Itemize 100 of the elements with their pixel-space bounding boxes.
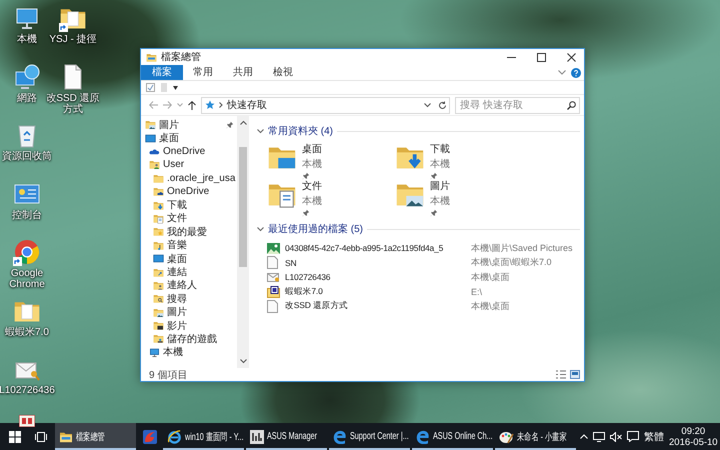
nav-item[interactable]: 文件 bbox=[153, 211, 187, 226]
chevron-up-icon[interactable] bbox=[580, 434, 588, 439]
nav-item[interactable]: 影片 bbox=[153, 318, 187, 333]
clock-time[interactable]: 09:20 bbox=[681, 426, 706, 436]
maximize-icon bbox=[536, 52, 546, 62]
nav-item[interactable]: 本機 bbox=[149, 345, 183, 360]
chevron-down-icon[interactable] bbox=[257, 128, 264, 134]
nav-item[interactable]: OneDrive bbox=[153, 186, 210, 198]
paint-palette-icon bbox=[499, 430, 514, 444]
scrollbar[interactable] bbox=[237, 116, 249, 368]
folder-icon bbox=[153, 293, 164, 304]
nav-item[interactable]: 桌面 bbox=[153, 252, 187, 266]
network-icon[interactable] bbox=[593, 432, 605, 442]
folder-location: 本機 bbox=[430, 158, 450, 171]
folder-icon bbox=[153, 320, 164, 332]
nav-item[interactable]: 連絡人 bbox=[153, 278, 197, 292]
ribbon-tab[interactable]: 檔案 bbox=[141, 65, 183, 80]
ribbon-tab[interactable]: 常用 bbox=[183, 65, 223, 80]
clock-date[interactable]: 2016-05-10 bbox=[669, 436, 718, 448]
nav-item[interactable]: 搜尋 bbox=[153, 292, 187, 306]
refresh-icon[interactable] bbox=[438, 100, 447, 110]
address-bar[interactable]: 快速存取 bbox=[201, 96, 450, 114]
network-icon[interactable] bbox=[13, 62, 41, 90]
folder-location: 本機 bbox=[430, 194, 450, 208]
folder-icon bbox=[153, 200, 164, 211]
nav-item[interactable]: 音樂 bbox=[153, 238, 187, 252]
folder-icon bbox=[153, 306, 164, 318]
input-language[interactable]: 繁體 bbox=[644, 430, 664, 444]
folder-name[interactable]: 圖片 bbox=[430, 179, 450, 193]
folder-icon bbox=[153, 280, 164, 291]
nav-item[interactable]: 圖片 bbox=[153, 305, 187, 320]
document-icon bbox=[267, 300, 278, 313]
nav-item[interactable]: 下載 bbox=[153, 198, 187, 212]
desktop-icon-label[interactable]: 本機 bbox=[17, 34, 37, 45]
user-folder-icon bbox=[149, 159, 160, 170]
search-field[interactable]: 搜尋 快速存取 bbox=[455, 96, 580, 114]
folder-icon bbox=[59, 430, 73, 442]
desktop-icon bbox=[153, 253, 164, 264]
computer-icon bbox=[149, 346, 160, 358]
file-name[interactable]: 改SSD 還原方式 bbox=[285, 300, 471, 312]
desktop-icon-label[interactable]: 改SSD 還原方式 bbox=[45, 92, 101, 114]
app-icon bbox=[267, 286, 280, 298]
nav-item[interactable]: 我的最愛 bbox=[153, 224, 207, 239]
file-location: E:\ bbox=[471, 286, 482, 297]
folder-name[interactable]: 文件 bbox=[302, 179, 322, 193]
taskbar-button[interactable]: win10 畫面問 - Y... bbox=[163, 423, 244, 450]
notification-icon[interactable] bbox=[627, 431, 639, 442]
section-title[interactable]: 最近使用過的檔案 (5) bbox=[268, 222, 363, 236]
taskbar-button[interactable]: ASUS Online Ch... bbox=[412, 423, 493, 450]
folder-name[interactable]: 下載 bbox=[430, 142, 450, 156]
browser-icon bbox=[142, 428, 158, 444]
help-icon[interactable] bbox=[571, 68, 581, 78]
edge-browser-icon bbox=[416, 430, 430, 444]
file-location: 本機\圖片\Saved Pictures bbox=[471, 242, 573, 255]
properties-icon[interactable] bbox=[146, 83, 155, 92]
folder-icon bbox=[153, 240, 164, 251]
search-icon[interactable] bbox=[567, 100, 576, 110]
section-title[interactable]: 常用資料夾 (4) bbox=[268, 124, 333, 138]
scroll-up-icon[interactable] bbox=[240, 120, 246, 125]
nav-item[interactable]: .oracle_jre_usa bbox=[153, 172, 236, 184]
scroll-down-icon[interactable] bbox=[240, 359, 246, 364]
windows-logo-icon bbox=[9, 430, 21, 442]
nav-item[interactable]: 連結 bbox=[153, 265, 187, 279]
taskbar-button[interactable]: 未命名 - 小畫家 bbox=[495, 423, 576, 450]
large-icons-view-icon[interactable] bbox=[570, 370, 580, 379]
edge-browser-icon bbox=[333, 430, 347, 444]
folder-name[interactable]: 桌面 bbox=[302, 142, 322, 156]
file-name[interactable]: SN bbox=[285, 258, 471, 268]
chevron-down-icon[interactable] bbox=[558, 70, 566, 75]
image-file-icon bbox=[267, 242, 280, 254]
scrollbar-thumb[interactable] bbox=[239, 147, 247, 267]
nav-item[interactable]: 圖片 bbox=[145, 118, 179, 132]
folder-icon bbox=[146, 52, 157, 62]
taskbar-button[interactable]: Support Center |... bbox=[329, 423, 410, 450]
desktop-icon bbox=[145, 132, 156, 144]
volume-muted-icon[interactable] bbox=[610, 432, 622, 442]
taskbar-button[interactable]: 檔案總管 bbox=[55, 423, 136, 450]
nav-item[interactable]: 儲存的遊戲 bbox=[153, 332, 217, 346]
dropdown-icon[interactable] bbox=[173, 86, 178, 90]
chevron-down-icon[interactable] bbox=[424, 102, 431, 108]
chrome-icon[interactable] bbox=[13, 238, 41, 266]
file-name[interactable]: 蝦蝦米7.0 bbox=[285, 286, 471, 298]
taskbar-button[interactable]: ASUS Manager bbox=[246, 423, 327, 450]
file-name[interactable]: L102726436 bbox=[285, 272, 471, 282]
folder-icon bbox=[153, 266, 164, 278]
details-view-icon[interactable] bbox=[556, 370, 566, 379]
file-location: 本機\桌面\蝦蝦米7.0 bbox=[471, 256, 552, 270]
nav-item[interactable]: OneDrive bbox=[149, 146, 206, 157]
nav-item[interactable]: User bbox=[149, 159, 184, 170]
asus-manager-icon bbox=[250, 430, 264, 444]
ribbon-tab[interactable]: 共用 bbox=[223, 65, 263, 80]
app-shortcut-icon[interactable] bbox=[19, 414, 35, 426]
file-name[interactable]: 04308f45-42c7-4ebb-a995-1a2c1195fd4a_5 bbox=[285, 243, 471, 254]
star-icon bbox=[205, 100, 215, 110]
desktop-icon-label[interactable]: YSJ - 捷徑 bbox=[49, 34, 97, 45]
folder-icon bbox=[153, 212, 164, 224]
up-arrow-icon[interactable] bbox=[188, 100, 196, 110]
nav-item[interactable]: 桌面 bbox=[145, 131, 179, 146]
chevron-down-icon[interactable] bbox=[257, 226, 264, 232]
ribbon-tab[interactable]: 檢視 bbox=[263, 65, 303, 80]
